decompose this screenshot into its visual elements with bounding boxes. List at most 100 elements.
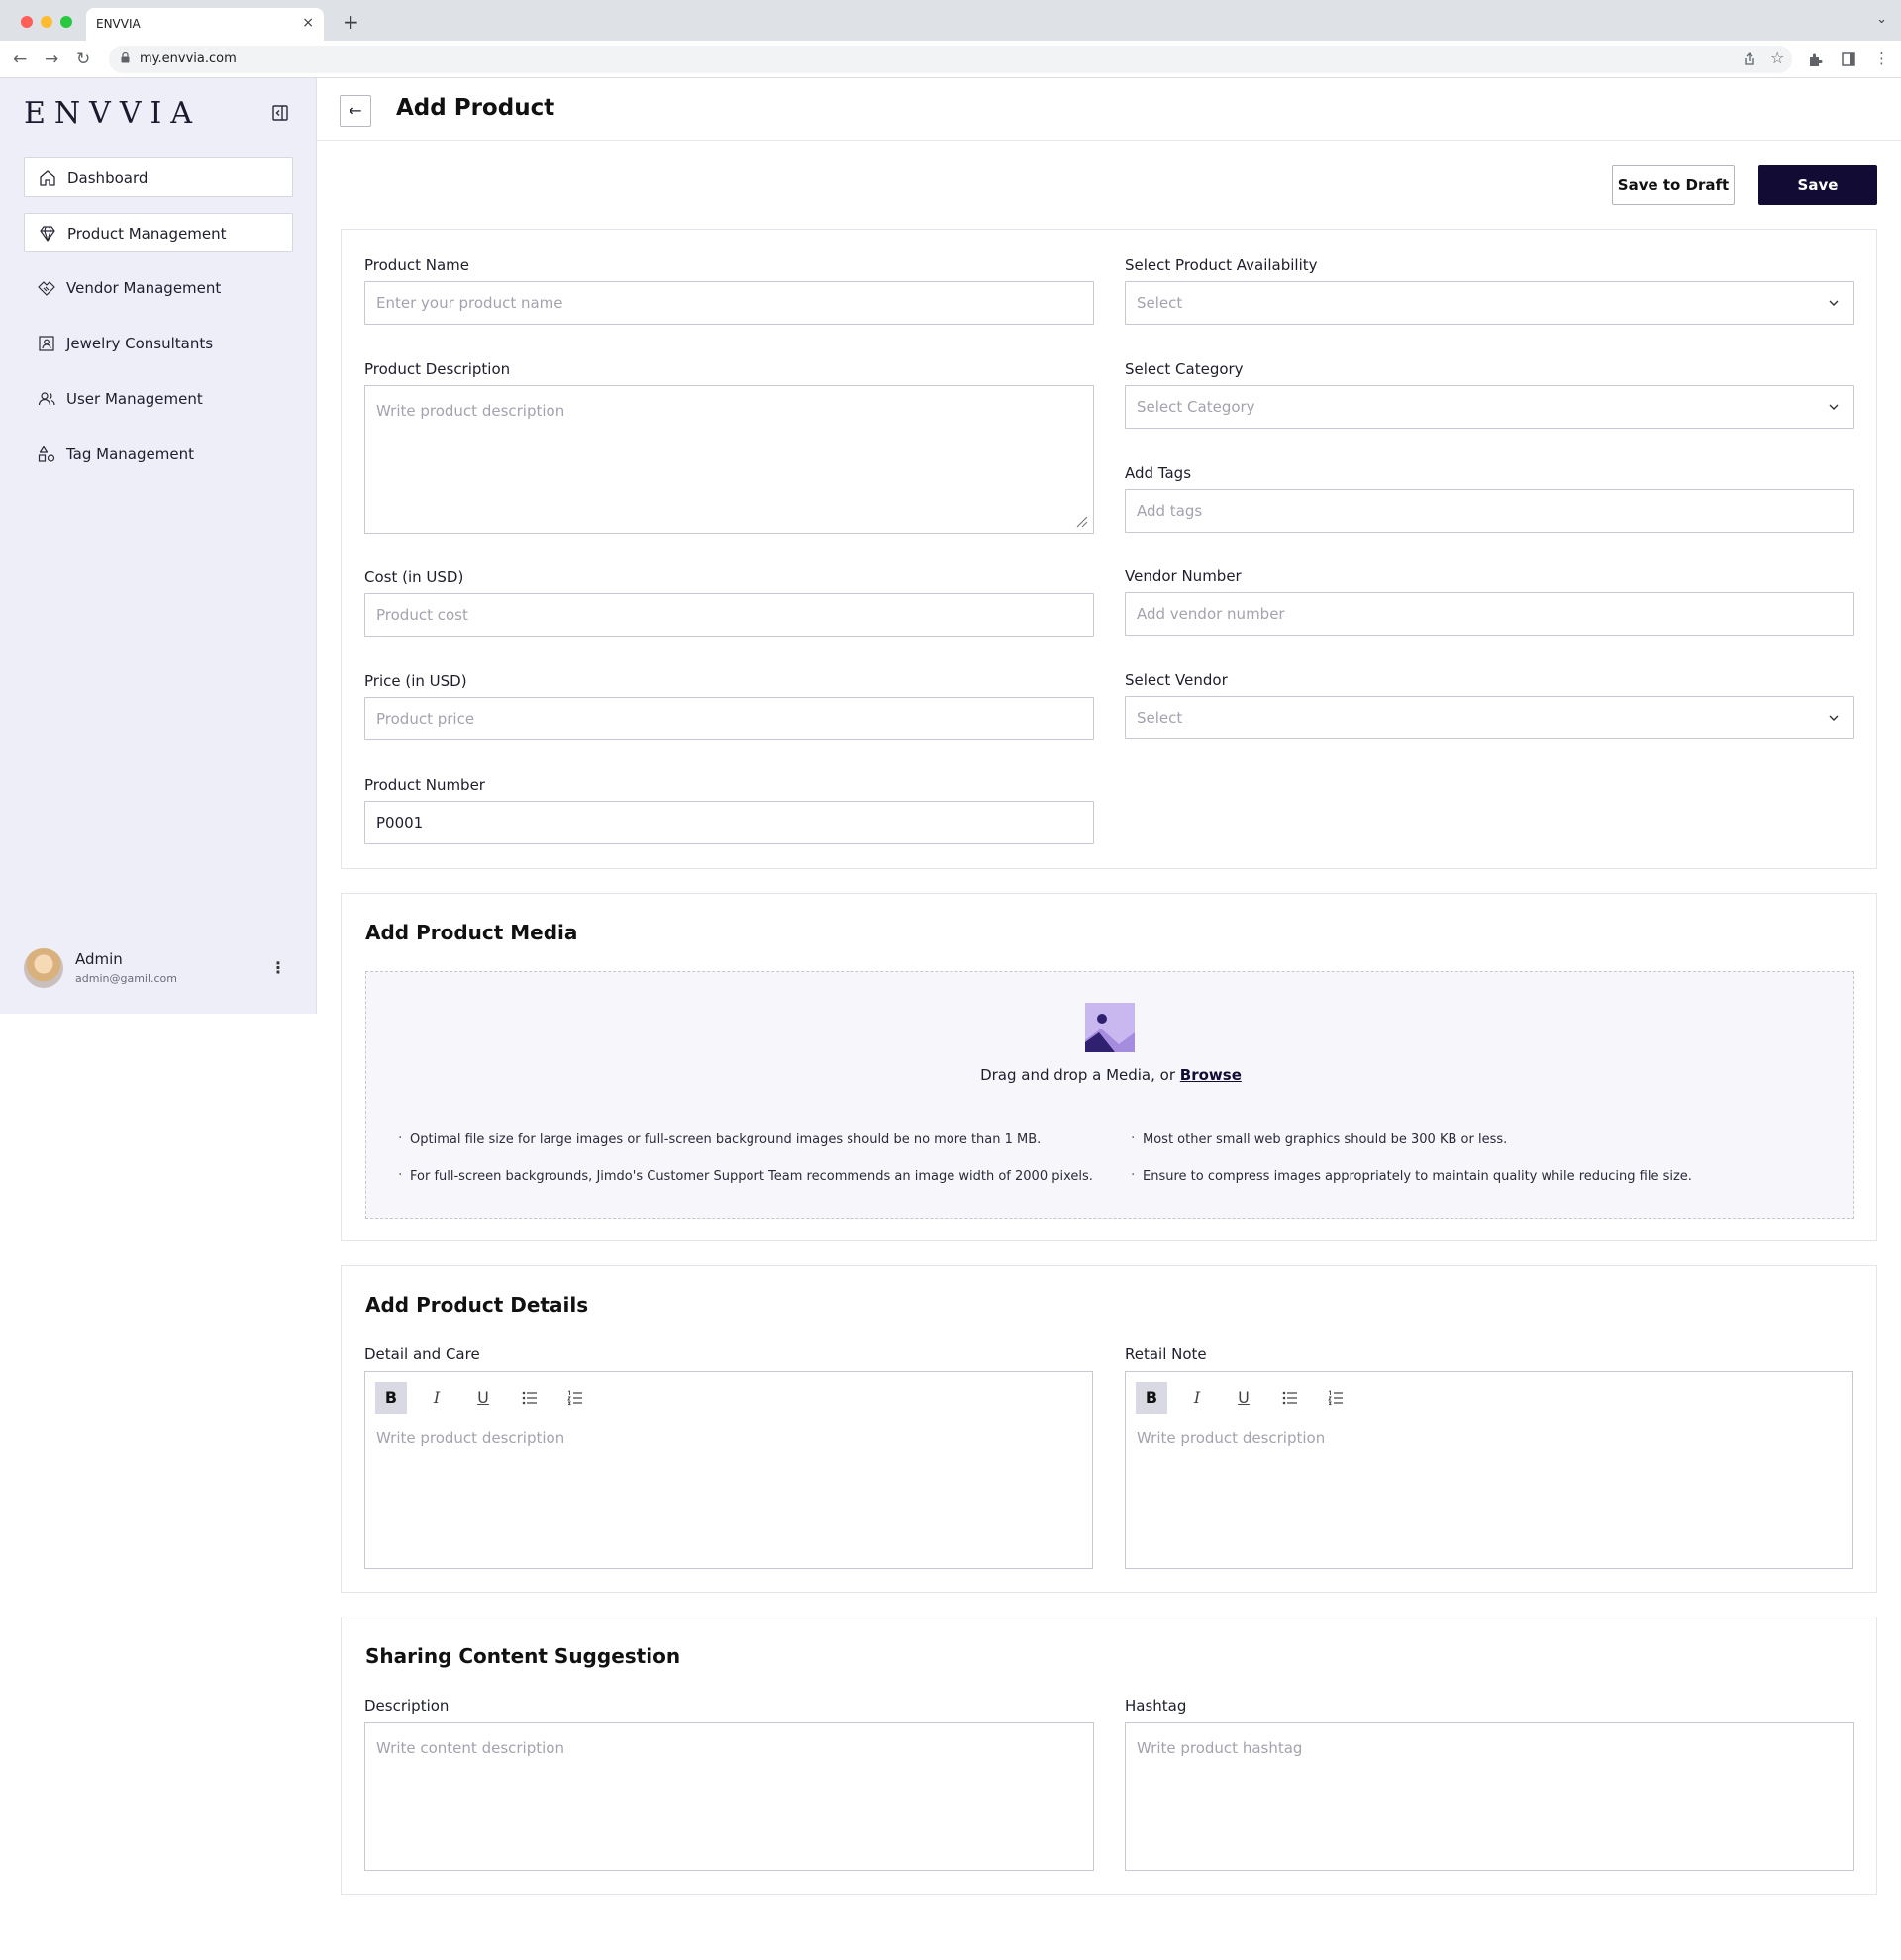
collapse-sidebar-icon[interactable] bbox=[272, 105, 288, 121]
url-field[interactable]: my.envvia.com ☆ bbox=[109, 46, 1792, 73]
extensions-icon[interactable] bbox=[1808, 52, 1823, 67]
availability-select[interactable]: Select bbox=[1125, 281, 1854, 325]
bold-button[interactable]: B bbox=[375, 1382, 407, 1414]
product-description-placeholder: Write product description bbox=[376, 402, 565, 420]
chevron-down-icon bbox=[1829, 404, 1839, 410]
underline-button[interactable]: U bbox=[467, 1382, 499, 1414]
image-icon bbox=[1085, 1003, 1135, 1052]
numbered-list-icon[interactable] bbox=[559, 1382, 591, 1414]
underline-button[interactable]: U bbox=[1228, 1382, 1259, 1414]
bullet-list-icon[interactable] bbox=[1274, 1382, 1306, 1414]
save-button[interactable]: Save bbox=[1758, 165, 1877, 205]
sidebar-item-product-management[interactable]: Product Management bbox=[24, 213, 293, 252]
media-tip: Optimal file size for large images or fu… bbox=[398, 1130, 1041, 1147]
browser-tab[interactable]: ENVVIA × bbox=[86, 8, 324, 41]
page-title: Add Product bbox=[396, 95, 555, 121]
user-profile[interactable]: Admin admin@gamil.com ⋮ bbox=[24, 948, 293, 992]
media-tip: For full-screen backgrounds, Jimdo's Cus… bbox=[398, 1167, 1093, 1184]
hashtag-textarea[interactable]: Write product hashtag bbox=[1125, 1722, 1854, 1871]
product-name-label: Product Name bbox=[364, 256, 469, 274]
tags-label: Add Tags bbox=[1125, 464, 1192, 482]
media-tip: Ensure to compress images appropriately … bbox=[1131, 1167, 1692, 1184]
share-description-placeholder: Write content description bbox=[376, 1739, 564, 1757]
new-tab-button[interactable]: + bbox=[343, 10, 359, 34]
share-icon[interactable] bbox=[1743, 52, 1756, 66]
forward-nav-icon[interactable]: → bbox=[45, 49, 58, 69]
media-dropzone[interactable]: Drag and drop a Media, or Browse Optimal… bbox=[365, 971, 1854, 1219]
product-number-value: P0001 bbox=[376, 814, 424, 832]
window-maximize-button[interactable] bbox=[60, 16, 72, 28]
side-panel-icon[interactable] bbox=[1842, 52, 1855, 66]
diamond-icon bbox=[40, 226, 55, 242]
sidebar-item-label: Vendor Management bbox=[66, 279, 222, 297]
category-label: Select Category bbox=[1125, 360, 1244, 378]
category-select[interactable]: Select Category bbox=[1125, 385, 1854, 429]
detail-care-placeholder: Write product description bbox=[376, 1429, 565, 1447]
vendor-placeholder: Select bbox=[1137, 709, 1183, 727]
bookmark-star-icon[interactable]: ☆ bbox=[1770, 49, 1784, 67]
italic-button[interactable]: I bbox=[1181, 1382, 1213, 1414]
sidebar-item-vendor-management[interactable]: Vendor Management bbox=[24, 268, 293, 308]
sidebar: ENVVIA Dashboard Product Management Vend… bbox=[0, 78, 317, 1014]
retail-note-placeholder: Write product description bbox=[1137, 1429, 1326, 1447]
sidebar-item-dashboard[interactable]: Dashboard bbox=[24, 157, 293, 197]
product-number-label: Product Number bbox=[364, 776, 485, 794]
home-icon bbox=[40, 170, 55, 186]
sidebar-item-label: Tag Management bbox=[66, 445, 194, 463]
back-button[interactable]: ← bbox=[340, 95, 371, 127]
sidebar-item-user-management[interactable]: User Management bbox=[24, 379, 293, 419]
tab-title: ENVVIA bbox=[96, 17, 141, 31]
product-media-card: Add Product Media Drag and drop a Media,… bbox=[341, 893, 1877, 1241]
tab-search-icon[interactable]: ⌄ bbox=[1876, 12, 1887, 27]
bold-button[interactable]: B bbox=[1136, 1382, 1167, 1414]
vendor-number-input[interactable]: Add vendor number bbox=[1125, 592, 1854, 636]
italic-button[interactable]: I bbox=[421, 1382, 452, 1414]
sidebar-item-label: Jewelry Consultants bbox=[66, 335, 214, 352]
tags-placeholder: Add tags bbox=[1137, 502, 1203, 520]
sharing-content-card: Sharing Content Suggestion Description W… bbox=[341, 1617, 1877, 1895]
browse-link[interactable]: Browse bbox=[1180, 1066, 1242, 1084]
url-text: my.envvia.com bbox=[140, 51, 237, 66]
tags-input[interactable]: Add tags bbox=[1125, 489, 1854, 533]
cost-label: Cost (in USD) bbox=[364, 568, 464, 586]
sidebar-item-tag-management[interactable]: Tag Management bbox=[24, 435, 293, 474]
handshake-icon bbox=[38, 281, 55, 296]
product-description-label: Product Description bbox=[364, 360, 511, 378]
product-number-input[interactable]: P0001 bbox=[364, 801, 1094, 844]
detail-care-editor[interactable]: B I U Write product description bbox=[364, 1371, 1093, 1569]
price-input[interactable]: Product price bbox=[364, 697, 1094, 740]
lock-icon bbox=[121, 52, 130, 63]
chevron-down-icon bbox=[1829, 300, 1839, 306]
browser-tab-bar: ENVVIA × + ⌄ bbox=[0, 0, 1901, 41]
back-nav-icon[interactable]: ← bbox=[13, 49, 27, 69]
hashtag-label: Hashtag bbox=[1125, 1697, 1187, 1715]
browser-menu-icon[interactable]: ⋮ bbox=[1874, 49, 1889, 67]
sidebar-item-jewelry-consultants[interactable]: Jewelry Consultants bbox=[24, 324, 293, 363]
bullet-list-icon[interactable] bbox=[514, 1382, 546, 1414]
vendor-label: Select Vendor bbox=[1125, 671, 1228, 689]
window-minimize-button[interactable] bbox=[41, 16, 52, 28]
dropzone-text: Drag and drop a Media, or Browse bbox=[366, 1066, 1855, 1084]
dropzone-instruction: Drag and drop a Media, or bbox=[980, 1066, 1180, 1084]
user-email: admin@gamil.com bbox=[75, 972, 178, 985]
category-placeholder: Select Category bbox=[1137, 398, 1255, 416]
vendor-select[interactable]: Select bbox=[1125, 696, 1854, 739]
sidebar-item-label: Dashboard bbox=[67, 169, 149, 187]
retail-note-editor[interactable]: B I U Write product description bbox=[1125, 1371, 1853, 1569]
cost-placeholder: Product cost bbox=[376, 606, 468, 624]
product-name-input[interactable]: Enter your product name bbox=[364, 281, 1094, 325]
avatar bbox=[24, 948, 63, 988]
resize-handle-icon[interactable] bbox=[1074, 514, 1088, 528]
brand-logo[interactable]: ENVVIA bbox=[24, 96, 201, 131]
share-description-textarea[interactable]: Write content description bbox=[364, 1722, 1094, 1871]
product-description-textarea[interactable]: Write product description bbox=[364, 385, 1094, 534]
product-name-placeholder: Enter your product name bbox=[376, 294, 563, 312]
reload-icon[interactable]: ↻ bbox=[76, 49, 90, 69]
save-to-draft-button[interactable]: Save to Draft bbox=[1612, 165, 1735, 205]
vendor-number-label: Vendor Number bbox=[1125, 567, 1242, 585]
numbered-list-icon[interactable] bbox=[1320, 1382, 1351, 1414]
window-close-button[interactable] bbox=[21, 16, 33, 28]
user-menu-icon[interactable]: ⋮ bbox=[270, 958, 286, 977]
tab-close-icon[interactable]: × bbox=[302, 15, 314, 31]
cost-input[interactable]: Product cost bbox=[364, 593, 1094, 637]
